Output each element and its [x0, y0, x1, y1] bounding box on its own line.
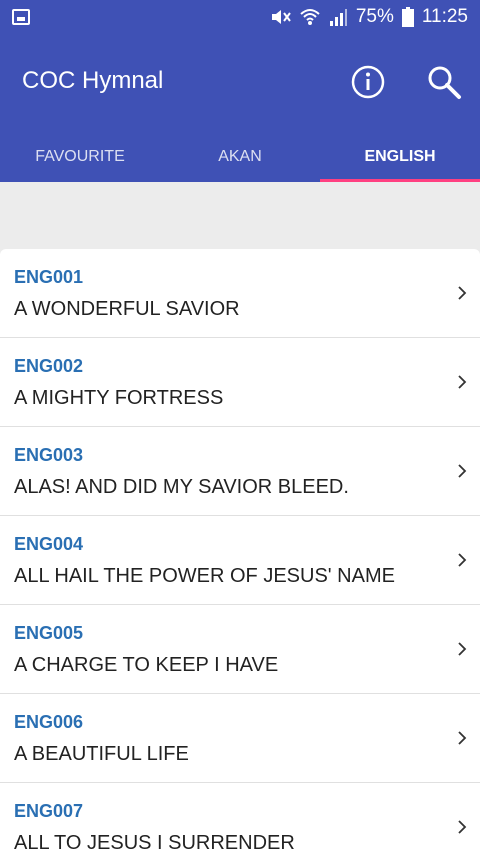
hymn-title: ALL TO JESUS I SURRENDER [14, 832, 295, 854]
chevron-right-icon [458, 286, 467, 300]
app-title: COC Hymnal [22, 67, 164, 94]
hymn-code: ENG003 [14, 445, 84, 465]
hymn-code: ENG004 [14, 534, 84, 554]
hymn-title: A BEAUTIFUL LIFE [14, 743, 189, 765]
status-time: 11:25 [421, 6, 468, 27]
chevron-right-icon [458, 820, 467, 834]
hymn-title: ALAS! AND DID MY SAVIOR BLEED. [14, 476, 349, 498]
status-icons: 75% 11:25 [270, 0, 468, 34]
hymn-title: ALL HAIL THE POWER OF JESUS' NAME [14, 565, 395, 587]
chevron-right-icon [458, 642, 467, 656]
list-item[interactable]: ENG004 ALL HAIL THE POWER OF JESUS' NAME [0, 516, 480, 605]
tab-english[interactable]: ENGLISH [320, 131, 480, 182]
chevron-right-icon [458, 375, 467, 389]
mute-icon [271, 10, 291, 24]
screenshot-icon [12, 9, 30, 25]
search-icon[interactable] [424, 62, 464, 102]
hymn-title: A CHARGE TO KEEP I HAVE [14, 654, 279, 676]
battery-percent: 75% [355, 6, 394, 27]
list-item[interactable]: ENG003 ALAS! AND DID MY SAVIOR BLEED. [0, 427, 480, 516]
list-item[interactable]: ENG005 A CHARGE TO KEEP I HAVE [0, 605, 480, 694]
tab-akan[interactable]: AKAN [160, 131, 320, 182]
info-icon[interactable] [350, 64, 386, 100]
signal-icon [329, 9, 347, 26]
list-item[interactable]: ENG002 A MIGHTY FORTRESS [0, 338, 480, 427]
tab-label: FAVOURITE [35, 147, 125, 165]
list-item[interactable]: ENG007 ALL TO JESUS I SURRENDER [0, 783, 480, 854]
wifi-icon [300, 9, 320, 25]
battery-icon [401, 7, 414, 27]
chevron-right-icon [458, 553, 467, 567]
chevron-right-icon [458, 464, 467, 478]
tab-label: ENGLISH [364, 147, 436, 165]
tab-favourite[interactable]: FAVOURITE [0, 131, 160, 182]
tab-indicator [320, 179, 480, 182]
list-item[interactable]: ENG006 A BEAUTIFUL LIFE [0, 694, 480, 783]
hymn-code: ENG007 [14, 801, 84, 821]
tab-label: AKAN [218, 147, 262, 165]
hymn-code: ENG001 [14, 267, 84, 287]
hymn-title: A WONDERFUL SAVIOR [14, 298, 240, 320]
hymn-title: A MIGHTY FORTRESS [14, 387, 224, 409]
hymn-code: ENG006 [14, 712, 84, 732]
list-item[interactable]: ENG001 A WONDERFUL SAVIOR [0, 249, 480, 338]
hymn-code: ENG005 [14, 623, 84, 643]
status-bar: 75% 11:25 [0, 0, 480, 34]
chevron-right-icon [458, 731, 467, 745]
hymn-code: ENG002 [14, 356, 84, 376]
hymn-list: ENG001 A WONDERFUL SAVIOR ENG002 A MIGHT… [0, 249, 480, 854]
tab-bar: FAVOURITE AKAN ENGLISH [0, 131, 480, 182]
app-bar: COC Hymnal FAVOURITE AKAN ENGLISH [0, 34, 480, 182]
